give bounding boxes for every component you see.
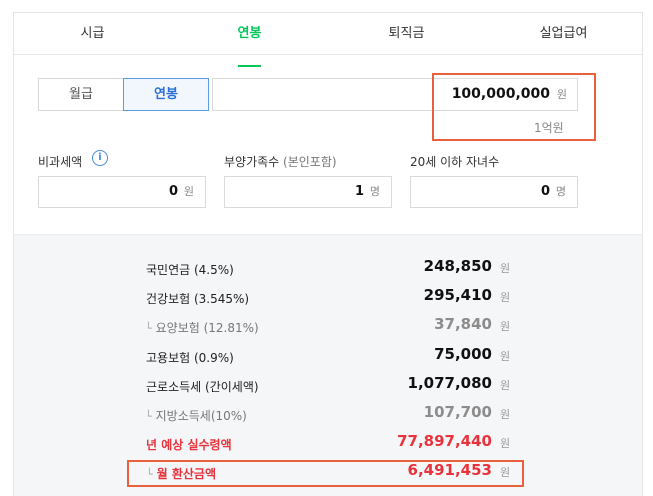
tab-annual-salary[interactable]: 연봉 [171, 13, 328, 67]
children-input[interactable]: 0 명 [410, 176, 578, 208]
monthly-pay-button[interactable]: 월급 [38, 78, 124, 111]
tab-severance[interactable]: 퇴직금 [328, 13, 485, 55]
nontax-input[interactable]: 0 원 [38, 176, 206, 208]
result-panel: 국민연금 (4.5%) 248,850 원 건강보험 (3.545%) 295,… [14, 234, 642, 496]
branch-icon: └ [145, 322, 152, 335]
nontax-label: 비과세액 [38, 155, 83, 169]
result-row-health-insurance: 건강보험 (3.545%) 295,410 원 [146, 286, 511, 306]
info-icon[interactable]: i [92, 150, 108, 166]
amount-annotation-box [432, 73, 596, 141]
children-label: 20세 이하 자녀수 [410, 155, 500, 169]
result-row-employment-insurance: 고용보험 (0.9%) 75,000 원 [146, 345, 511, 365]
branch-icon: └ [145, 410, 152, 423]
dependents-label: 부양가족수 (본인포함) [224, 155, 337, 169]
nontax-unit: 원 [183, 185, 194, 198]
children-value: 0 [540, 184, 550, 199]
tab-unemployment[interactable]: 실업급여 [485, 13, 642, 55]
tab-hourly[interactable]: 시급 [14, 13, 171, 55]
result-row-annual-net-pay: 년 예상 실수령액 77,897,440 원 [146, 432, 511, 452]
active-tab-indicator [237, 65, 262, 67]
calculator-card: 시급 연봉 퇴직금 실업급여 월급 연봉 100,000,000 원 1억원 비… [13, 12, 643, 496]
dependents-value: 1 [354, 184, 364, 199]
monthly-annotation-box [127, 460, 524, 487]
annual-pay-button[interactable]: 연봉 [123, 78, 209, 111]
children-unit: 명 [555, 185, 566, 198]
result-row-longterm-care: └ 요양보험 (12.81%) 37,840 원 [145, 315, 511, 335]
result-row-pension: 국민연금 (4.5%) 248,850 원 [146, 257, 511, 277]
calculator-tabs: 시급 연봉 퇴직금 실업급여 [14, 13, 642, 67]
nontax-value: 0 [168, 184, 178, 199]
result-row-local-income-tax: └ 지방소득세(10%) 107,700 원 [145, 403, 511, 423]
dependents-input[interactable]: 1 명 [224, 176, 392, 208]
dependents-unit: 명 [369, 185, 380, 198]
result-row-income-tax: 근로소득세 (간이세액) 1,077,080 원 [146, 374, 511, 394]
